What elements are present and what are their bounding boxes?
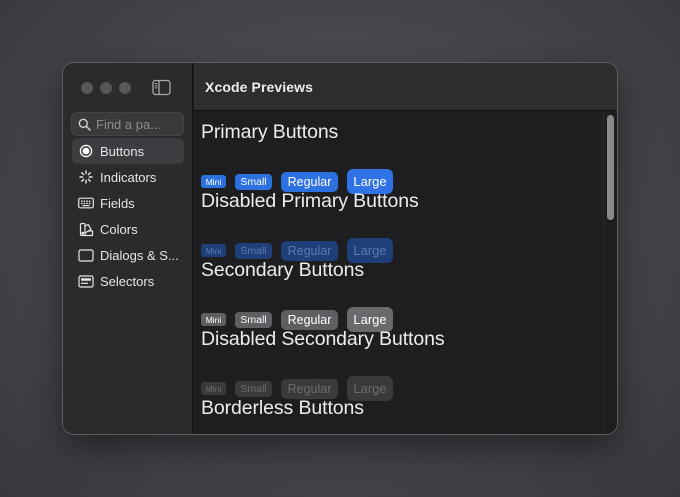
section-title: Borderless Buttons xyxy=(201,397,364,419)
section-borderless-buttons: Borderless Buttons xyxy=(201,397,364,420)
zoom-window-button[interactable] xyxy=(119,82,131,94)
radio-button-icon xyxy=(72,138,100,164)
app-window: Buttons Indicators xyxy=(63,63,617,434)
sidebar-item-indicators[interactable]: Indicators xyxy=(72,164,184,190)
primary-small-button[interactable]: Small xyxy=(235,173,272,190)
selector-icon xyxy=(72,268,100,294)
section-title: Disabled Primary Buttons xyxy=(201,190,419,212)
section-secondary-buttons: Secondary Buttons xyxy=(201,259,364,282)
search-input[interactable] xyxy=(96,115,182,133)
sidebar-nav: Buttons Indicators Fields Colors Dialogs… xyxy=(72,138,184,294)
preview-content: Primary Buttons Mini Small Regular Large… xyxy=(194,112,603,434)
disabled-secondary-regular-button: Regular xyxy=(281,378,338,399)
disabled-primary-regular-button: Regular xyxy=(281,240,338,261)
section-title: Secondary Buttons xyxy=(201,259,365,281)
sidebar-item-label: Buttons xyxy=(100,143,145,159)
disabled-primary-small-button: Small xyxy=(235,242,272,259)
sidebar-item-colors[interactable]: Colors xyxy=(72,216,184,242)
sidebar-item-dialogs[interactable]: Dialogs & S... xyxy=(72,242,184,268)
disabled-secondary-mini-button: Mini xyxy=(201,382,226,395)
dialog-icon xyxy=(72,242,100,268)
primary-mini-button[interactable]: Mini xyxy=(201,175,226,188)
disabled-primary-mini-button: Mini xyxy=(201,244,226,257)
vertical-scrollbar[interactable] xyxy=(603,112,617,434)
close-window-button[interactable] xyxy=(81,82,93,94)
section-disabled-primary-buttons: Disabled Primary Buttons xyxy=(201,190,419,213)
search-icon xyxy=(78,118,91,131)
sidebar-search xyxy=(71,112,184,136)
sidebar-item-label: Colors xyxy=(100,221,138,237)
minimize-window-button[interactable] xyxy=(100,82,112,94)
scrollbar-thumb[interactable] xyxy=(607,115,614,220)
secondary-small-button[interactable]: Small xyxy=(235,311,272,328)
disabled-secondary-small-button: Small xyxy=(235,380,272,397)
sidebar-toggle-icon[interactable] xyxy=(152,79,172,96)
sidebar-item-selectors[interactable]: Selectors xyxy=(72,268,184,294)
section-primary-buttons: Primary Buttons xyxy=(201,121,338,144)
spinner-icon xyxy=(72,164,100,190)
keyboard-icon xyxy=(72,190,100,216)
swatch-icon xyxy=(72,216,100,242)
sidebar-item-buttons[interactable]: Buttons xyxy=(72,138,184,164)
sidebar-item-label: Selectors xyxy=(100,273,155,289)
section-disabled-secondary-buttons: Disabled Secondary Buttons xyxy=(201,328,445,351)
sidebar: Buttons Indicators xyxy=(63,63,193,434)
sidebar-item-fields[interactable]: Fields xyxy=(72,190,184,216)
secondary-mini-button[interactable]: Mini xyxy=(201,313,226,326)
primary-regular-button[interactable]: Regular xyxy=(281,171,338,192)
section-title: Primary Buttons xyxy=(201,121,339,143)
sidebar-item-label: Indicators xyxy=(100,169,157,185)
title-bar: Xcode Previews xyxy=(194,63,617,111)
sidebar-item-label: Fields xyxy=(100,195,135,211)
window-title: Xcode Previews xyxy=(205,79,314,95)
section-title: Disabled Secondary Buttons xyxy=(201,328,445,350)
main-panel: Xcode Previews Primary Buttons Mini Smal… xyxy=(194,63,617,434)
sidebar-item-label: Dialogs & S... xyxy=(100,247,179,263)
secondary-regular-button[interactable]: Regular xyxy=(281,309,338,330)
